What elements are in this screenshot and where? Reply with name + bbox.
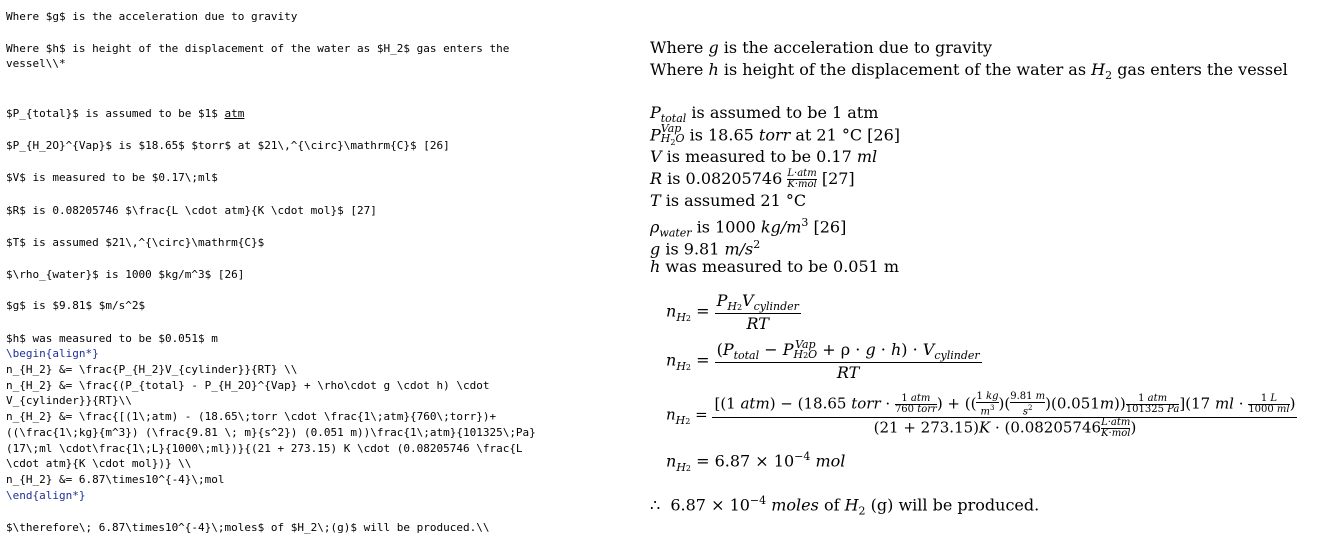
where-text: Where [650,60,704,79]
source-line[interactable]: $P_{total}$ is assumed to be $1$ atm [6,106,244,121]
source-text: $P_{total}$ is assumed to be $1$ [6,107,225,120]
source-line[interactable]: \cdot atm}{K \cdot mol})} \\ [6,456,191,471]
r-ref: [27] [821,169,855,188]
h-description: is height of the displacement of the wat… [723,60,1087,79]
ptotal-text: is assumed to be 1 atm [691,103,879,122]
equation-3: nH2 = [(1 atm) − (18.65 torr · 1 atm 760 … [666,391,1298,440]
preview-line-t: T is assumed 21 °C [650,191,807,210]
source-line[interactable]: \end{align*} [6,488,85,503]
source-line[interactable]: V_{cylinder}}{RT}\\ [6,393,132,408]
preview-line-h: Where h is height of the displacement of… [650,60,1288,83]
source-line[interactable]: n_{H_2} &= \frac{(P_{total} - P_{H_2O}^{… [6,378,489,393]
source-line[interactable]: n_{H_2} &= \frac{P_{H_2}V_{cylinder}}{RT… [6,362,297,377]
conclusion-end: (g) will be produced. [870,495,1040,515]
source-line[interactable]: n_{H_2} &= 6.87\times10^{-4}\;mol [6,472,225,487]
rho-ref: [26] [813,217,847,237]
therefore-symbol: ∴ [650,495,661,515]
preview-line-hval: h was measured to be 0.051 m [650,257,900,276]
equation-1: nH2 = PH2Vcylinder RT [666,291,801,334]
g-description: is the acceleration due to gravity [723,38,993,57]
source-line[interactable]: vessel\\* [6,56,66,71]
spellcheck-underlined-word[interactable]: atm [225,107,245,120]
pvap-unit: torr [758,125,791,145]
source-line[interactable]: $\therefore\; 6.87\times10^{-4}\;moles$ … [6,520,489,535]
rho-unit: kg/m [760,217,802,237]
conclusion-line: ∴ 6.87 × 10−4 moles of H2 (g) will be pr… [650,494,1040,518]
pvap-at: at 21 °C [26] [795,125,901,145]
conclusion-exponent: −4 [749,494,767,507]
source-line[interactable]: $R$ is 0.08205746 $\frac{L \cdot atm}{K … [6,203,377,218]
v-text: is measured to be 0.17 [666,147,852,166]
r-text: is 0.08205746 [667,169,783,188]
pvap-text: is 18.65 [689,125,754,145]
source-line[interactable]: n_{H_2} &= \frac{[(1\;atm) - (18.65\;tor… [6,409,496,424]
t-text: is assumed 21 °C [665,191,807,210]
latex-source-editor[interactable]: Where $g$ is the acceleration due to gra… [0,0,640,556]
hval-text: was measured to be 0.051 m [665,257,900,276]
source-line[interactable]: $h$ was measured to be $0.051$ m [6,331,218,346]
source-line[interactable]: Where $h$ is height of the displacement … [6,41,509,56]
equation-2: nH2 = (Ptotal − P Vap H2O + ρ · g · h) · V… [666,338,982,383]
source-line[interactable]: $V$ is measured to be $0.17\;ml$ [6,170,218,185]
source-line[interactable]: $P_{H_2O}^{Vap}$ is $18.65$ $torr$ at $2… [6,138,450,153]
eq4-exponent: −4 [794,450,811,463]
v-unit: ml [856,147,878,166]
source-line[interactable]: $T$ is assumed $21\,^{\circ}\mathrm{C}$ [6,235,264,250]
rendered-preview: Where g is the acceleration due to gravi… [650,0,1334,556]
preview-line-pvap: PVap H2O is 18.65 torr at 21 °C [26] [650,122,901,148]
source-line[interactable]: $g$ is $9.81$ $m/s^2$ [6,298,145,313]
source-line[interactable]: Where $g$ is the acceleration due to gra… [6,9,297,24]
source-line[interactable]: $\rho_{water}$ is 1000 $kg/m^3$ [26] [6,267,244,282]
eq4-value: = 6.87 × 10 [696,451,795,471]
conclusion-of: of [823,495,840,515]
h-description-end: gas enters the vessel [1117,60,1288,79]
source-line[interactable]: ((\frac{1\;kg}{m^3}) (\frac{9.81 \; m}{s… [6,425,536,440]
preview-line-r: R is 0.08205746 L·atm K·mol [27] [650,168,855,190]
source-line[interactable]: (17\;ml \cdot\frac{1\;L}{1000\;ml})}{(21… [6,441,523,456]
eq4-unit: mol [815,451,846,471]
conclusion-value: 6.87 × 10 [670,495,750,515]
equation-4: nH2 = 6.87 × 10−4 mol [666,450,846,474]
conclusion-unit: moles [771,495,819,515]
preview-line-v: V is measured to be 0.17 ml [650,147,878,166]
where-text: Where [650,38,704,57]
source-line[interactable]: \begin{align*} [6,346,99,361]
preview-line-g: Where g is the acceleration due to gravi… [650,38,993,57]
